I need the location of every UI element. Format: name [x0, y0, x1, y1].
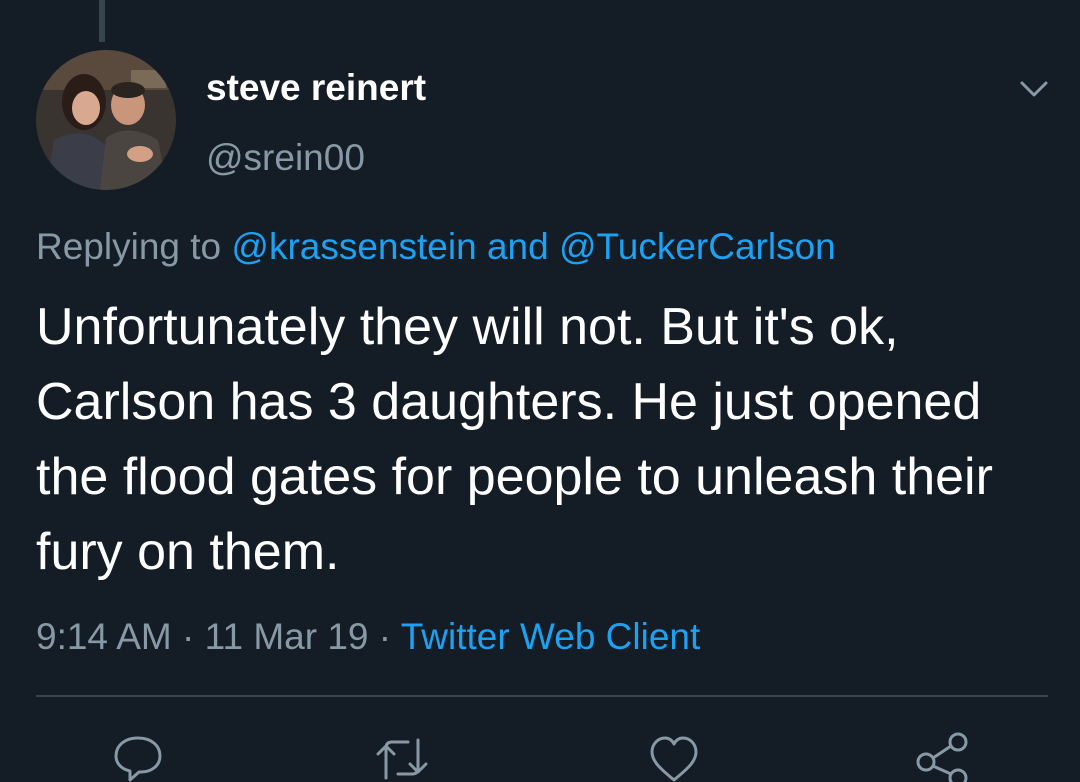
tweet-source-link[interactable]: Twitter Web Client — [401, 616, 701, 657]
reply-conjunction: and — [486, 226, 549, 267]
avatar-photo — [36, 50, 176, 190]
author-name[interactable]: steve reinert — [206, 66, 426, 110]
share-button[interactable] — [912, 732, 972, 782]
like-button[interactable] — [644, 732, 704, 782]
avatar[interactable] — [36, 50, 176, 190]
reply-context-prefix: Replying to — [36, 226, 222, 267]
tweet-text: Unfortunately they will not. But it's ok… — [36, 298, 993, 581]
reply-mention-link[interactable]: @TuckerCarlson — [559, 226, 836, 267]
retweet-button[interactable] — [372, 732, 432, 782]
tweet-date: 11 Mar 19 — [204, 616, 369, 657]
tweet-time: 9:14 AM — [36, 616, 172, 657]
meta-separator: · — [182, 616, 195, 657]
divider — [36, 695, 1048, 697]
share-icon — [916, 732, 968, 782]
thread-connector-line — [99, 0, 105, 42]
tweet-menu-button[interactable] — [1016, 74, 1052, 104]
chevron-down-icon — [1020, 81, 1048, 97]
author-handle[interactable]: @srein00 — [206, 136, 365, 180]
meta-separator: · — [378, 616, 392, 657]
heart-icon — [650, 736, 698, 782]
retweet-icon — [376, 738, 428, 780]
reply-icon — [114, 736, 162, 782]
reply-mention-link[interactable]: @krassenstein — [231, 226, 476, 267]
reply-context: Replying to @krassenstein and @TuckerCar… — [36, 224, 836, 270]
tweet-meta: 9:14 AM · 11 Mar 19 · Twitter Web Client — [36, 614, 700, 660]
reply-button[interactable] — [108, 732, 168, 782]
